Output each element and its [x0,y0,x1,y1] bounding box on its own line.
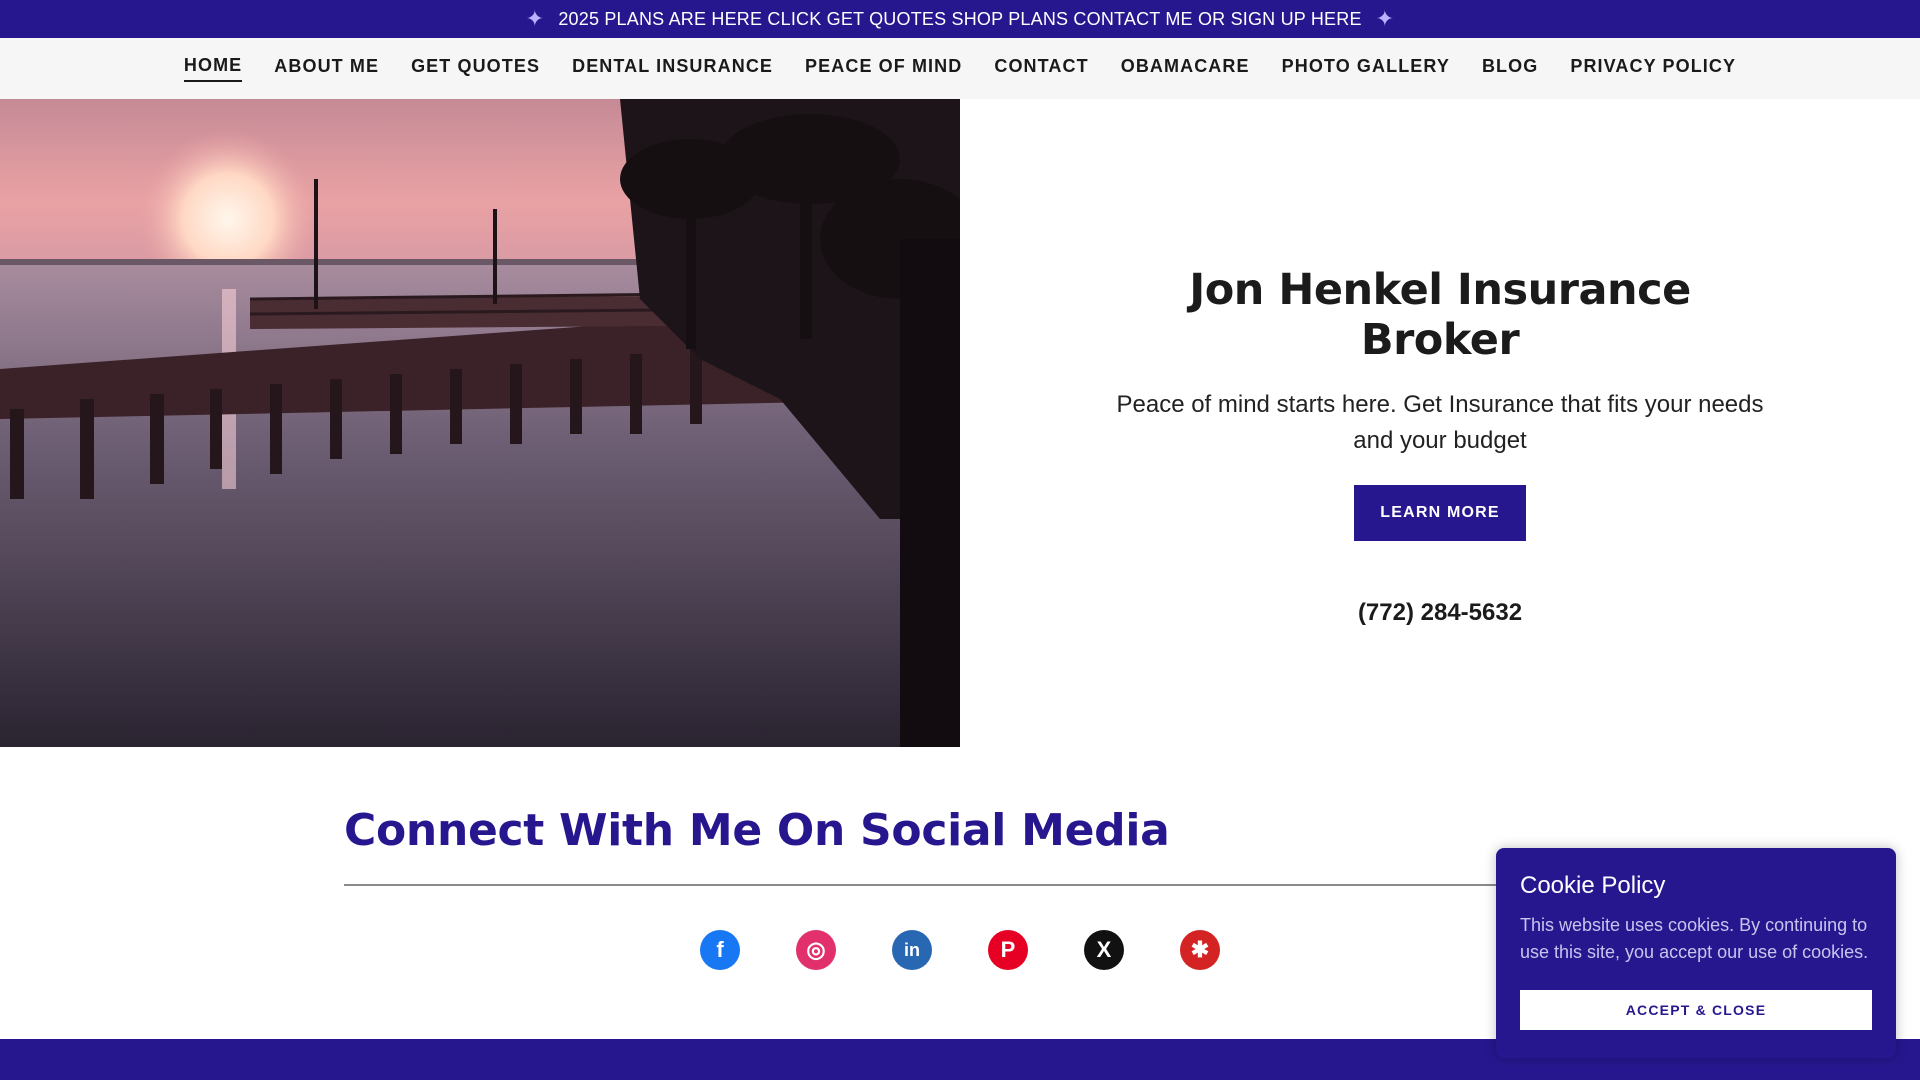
hero-text-block: Jon Henkel Insurance Broker Peace of min… [1110,265,1770,627]
hero-image-sunset-pier [0,99,960,747]
sparkle-icon: ✦ [525,6,545,31]
yelp-icon[interactable]: ✱ [1180,930,1220,970]
cookie-text: This website uses cookies. By continuing… [1520,915,1869,962]
x-glyph: X [1096,937,1112,962]
nav-item-contact[interactable]: CONTACT [994,56,1088,81]
x-icon[interactable]: X [1084,930,1124,970]
instagram-icon[interactable]: ◎ [796,930,836,970]
main-nav: HOME ABOUT ME GET QUOTES DENTAL INSURANC… [0,38,1920,99]
instagram-glyph: ◎ [806,937,826,962]
nav-item-obamacare[interactable]: OBAMACARE [1121,56,1250,81]
facebook-glyph: f [716,937,724,962]
nav-item-get-quotes[interactable]: GET QUOTES [411,56,540,81]
sparkle-icon: ✦ [1375,6,1395,31]
announcement-bar[interactable]: ✦ 2025 PLANS ARE HERE CLICK GET QUOTES S… [0,0,1920,38]
hero-title: Jon Henkel Insurance Broker [1189,265,1691,365]
phone-number-link[interactable]: (772) 284-5632 [1110,599,1770,627]
linkedin-icon[interactable]: in [892,930,932,970]
nav-item-blog[interactable]: BLOG [1482,56,1538,81]
nav-item-peace-of-mind[interactable]: PEACE OF MIND [805,56,962,81]
cookie-banner: Cookie Policy This website uses cookies.… [1496,848,1896,1058]
learn-more-button[interactable]: LEARN MORE [1354,485,1526,541]
pinterest-glyph: P [1000,937,1016,962]
yelp-glyph: ✱ [1190,937,1210,962]
announcement-text[interactable]: 2025 PLANS ARE HERE CLICK GET QUOTES SHO… [558,9,1361,30]
facebook-icon[interactable]: f [700,930,740,970]
accept-close-button[interactable]: ACCEPT & CLOSE [1520,990,1872,1030]
cookie-title: Cookie Policy [1520,872,1666,899]
social-heading: Connect With Me On Social Media [344,805,1170,856]
nav-item-about-me[interactable]: ABOUT ME [274,56,379,81]
section-divider [344,884,1576,886]
social-icon-row: f ◎ in P X ✱ [700,930,1220,970]
pinterest-icon[interactable]: P [988,930,1028,970]
nav-item-home[interactable]: HOME [183,55,243,82]
nav-item-privacy-policy[interactable]: PRIVACY POLICY [1570,56,1736,81]
hero-subtitle: Peace of mind starts here. Get Insurance… [1116,391,1764,454]
linkedin-glyph: in [904,939,920,960]
nav-item-dental-insurance[interactable]: DENTAL INSURANCE [572,56,773,81]
nav-item-photo-gallery[interactable]: PHOTO GALLERY [1282,56,1450,81]
